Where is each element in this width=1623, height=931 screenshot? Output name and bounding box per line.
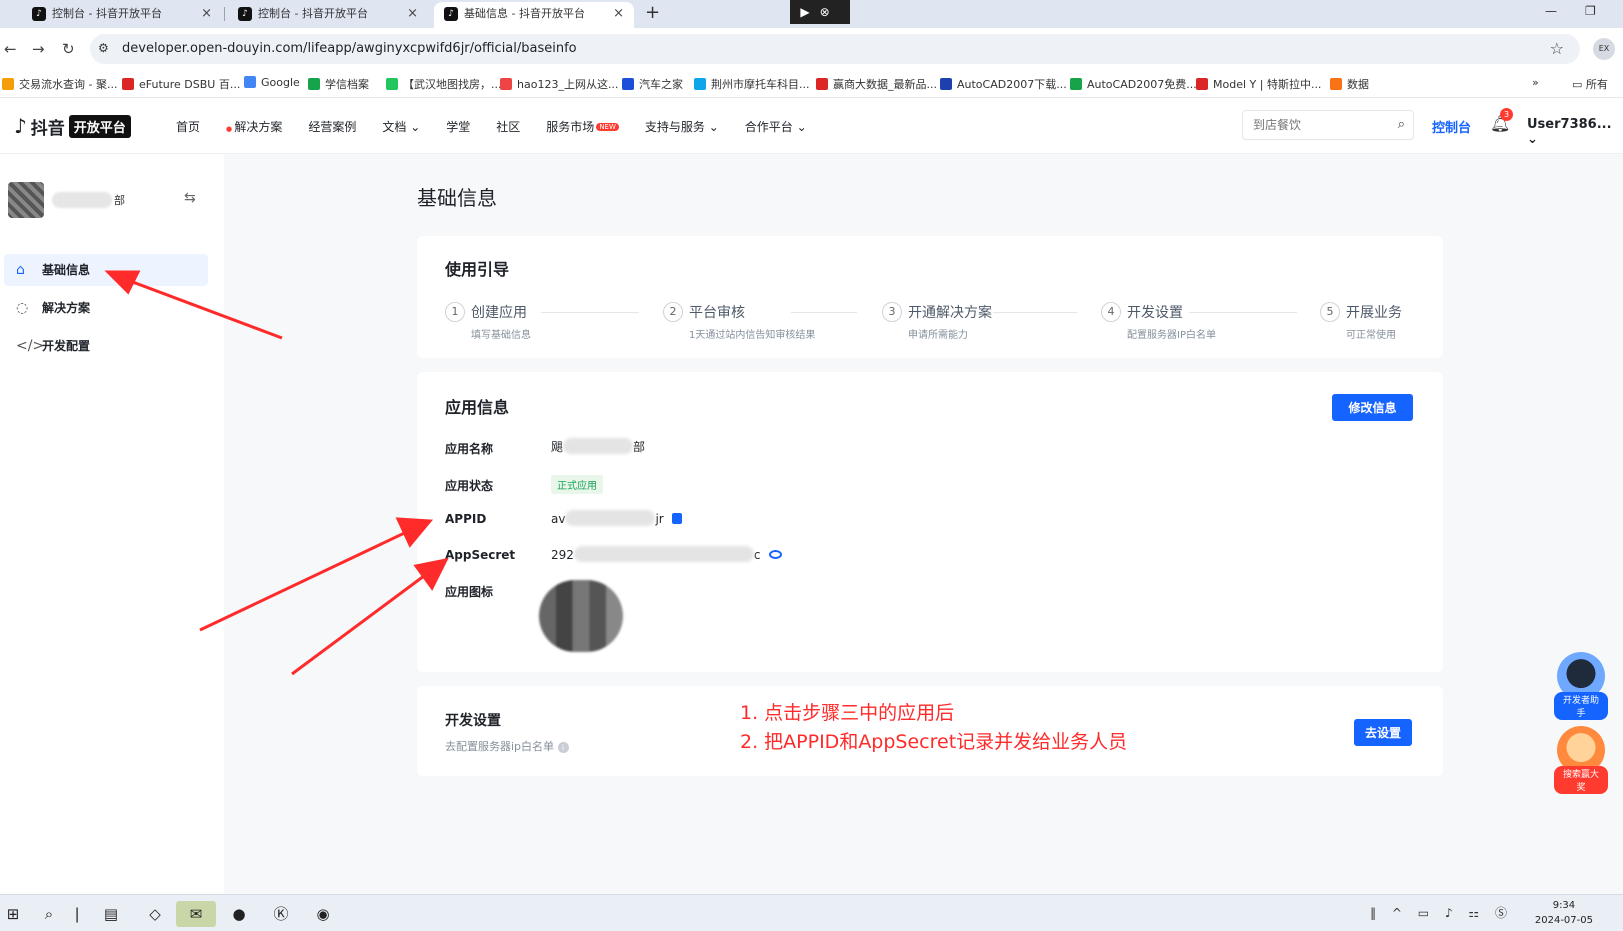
k-app-icon[interactable]: Ⓚ (268, 901, 294, 927)
assistant-label: 开发者助手 (1554, 692, 1608, 720)
developer-assistant-widget[interactable]: 开发者助手 (1554, 652, 1608, 728)
task-view-icon[interactable]: ❘ (64, 901, 90, 927)
arrow-to-appsecret (291, 568, 433, 676)
media-app-icon[interactable]: ● (226, 901, 252, 927)
search-icon[interactable]: ⌕ (36, 901, 62, 927)
clock-date: 2024-07-05 (1534, 915, 1593, 926)
taskbar: ⊞ ⌕ ❘ ▤ ◇ ✉ ● Ⓚ ◉ ‖ ^ ▭ ♪ ⚏ Ⓢ 9:34 2024-… (0, 894, 1623, 931)
arrow-head (395, 517, 434, 548)
arrow-to-sidebar (121, 276, 283, 340)
arrow-head (104, 270, 141, 295)
search-prize-widget[interactable]: 搜索赢大奖 (1554, 726, 1608, 802)
arrow-to-appid (199, 526, 416, 632)
clock-time: 9:34 (1552, 900, 1576, 911)
annotation-arrows (104, 270, 449, 676)
wechat-icon[interactable]: ✉ (176, 901, 216, 927)
clock[interactable]: 9:34 2024-07-05 (1535, 898, 1593, 928)
chrome-icon[interactable]: ◉ (310, 901, 336, 927)
system-tray[interactable]: ‖ ^ ▭ ♪ ⚏ Ⓢ (1370, 904, 1513, 921)
file-explorer-icon[interactable]: ▤ (98, 901, 124, 927)
prize-label: 搜索赢大奖 (1554, 766, 1608, 794)
arrow-head (413, 557, 449, 591)
windows-start-icon[interactable]: ⊞ (0, 901, 26, 927)
app-icon[interactable]: ◇ (142, 901, 168, 927)
